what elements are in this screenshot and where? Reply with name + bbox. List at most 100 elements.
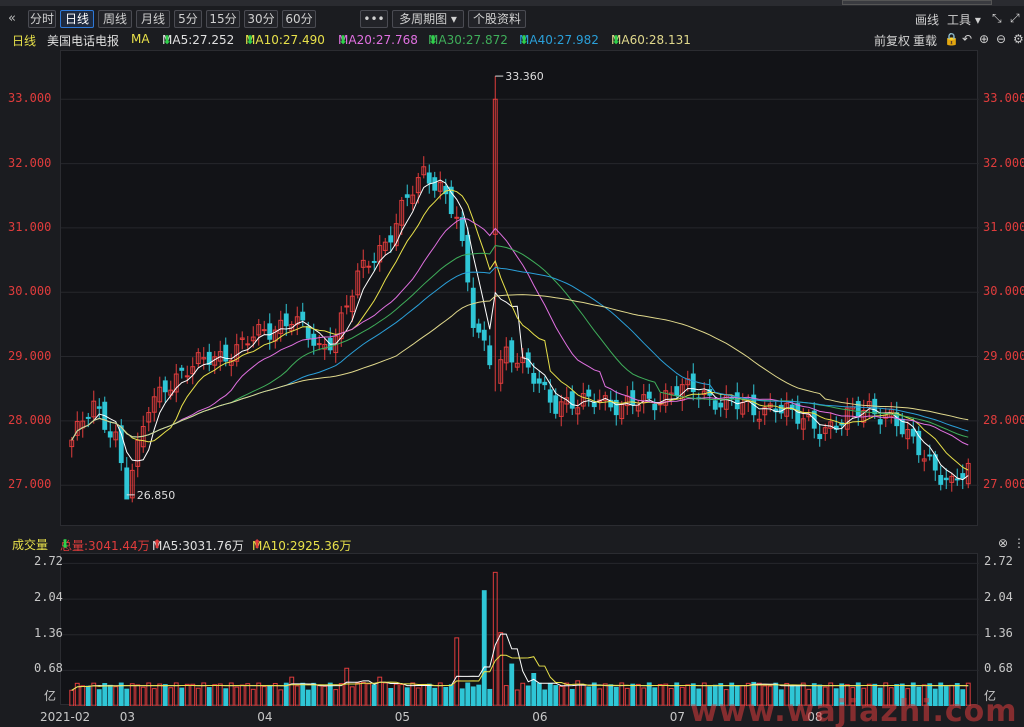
period-button-6[interactable]: 30分 [244, 10, 278, 28]
x-axis-label: 06 [532, 710, 548, 724]
draw-line-button[interactable]: 画线 [915, 11, 939, 28]
volume-bar [558, 685, 564, 706]
volume-bar [657, 684, 663, 706]
volume-bar [613, 686, 619, 706]
settings-icon[interactable]: ⚙ [1013, 32, 1024, 46]
volume-bar [300, 682, 306, 706]
volume-bar [190, 683, 196, 706]
volume-bar [602, 683, 608, 706]
period-button-0[interactable]: 分时 [28, 10, 56, 28]
volume-ma5-text: MA5:3031.76万 [152, 539, 244, 553]
volume-ma10-text: MA10:2925.36万 [252, 539, 352, 553]
volume-bar [234, 686, 240, 706]
volume-bar [91, 682, 97, 706]
candle-body [877, 419, 883, 425]
watermark: www.wajiazhi.com [690, 694, 1018, 727]
more-options-icon[interactable]: ⋮ [1013, 536, 1024, 550]
close-icon[interactable]: ⊗ [998, 536, 1008, 550]
volume-bar [124, 688, 130, 706]
price-tick-label: 28.000 [983, 412, 1024, 427]
down-arrow-icon: ⬇ [162, 33, 173, 47]
candle-body [646, 391, 652, 399]
more-button[interactable]: ••• [360, 10, 388, 28]
double-chevron-left-icon[interactable]: « [8, 11, 16, 26]
down-arrow-icon: ⬇ [338, 33, 349, 47]
volume-bar [195, 687, 201, 706]
period-label: 日线 [12, 34, 37, 48]
volume-bar [421, 683, 427, 706]
down-arrow-icon: ⬇ [519, 33, 530, 47]
volume-tick-label: 0.68 [984, 661, 1013, 676]
period-button-7[interactable]: 60分 [282, 10, 316, 28]
volume-bar [674, 682, 680, 706]
compress-icon[interactable]: ⤡ [992, 11, 1002, 26]
volume-bar [113, 686, 119, 706]
volume-bar [333, 689, 339, 706]
volume-bar [305, 689, 311, 706]
volume-bar [261, 686, 267, 706]
volume-bar [316, 685, 322, 706]
volume-bar [426, 683, 432, 706]
candle-body [927, 454, 933, 457]
volume-bar [624, 687, 630, 706]
undo-icon[interactable]: ↶ [962, 32, 972, 46]
volume-bar [646, 682, 652, 706]
zoom-in-icon[interactable]: ⊕ [979, 32, 989, 46]
candle-body [509, 340, 515, 363]
price-tick-label: 27.000 [8, 477, 52, 492]
volume-bar [366, 683, 372, 706]
candle-body [910, 428, 916, 437]
candle-body [855, 401, 861, 417]
ma40-text: MA40:27.982 [519, 33, 599, 47]
expand-icon[interactable]: ⤢ [1010, 11, 1020, 26]
candle-body [344, 305, 350, 308]
volume-bar [322, 685, 328, 706]
multi-period-label: 多周期图 [399, 12, 448, 26]
volume-bar [547, 682, 553, 706]
volume-chart-svg [61, 562, 979, 706]
volume-chart[interactable] [60, 553, 979, 706]
period-button-1[interactable]: 日线 [60, 10, 94, 28]
candle-body [542, 381, 548, 386]
ma-label: MA [131, 32, 150, 46]
volume-bar [162, 684, 168, 706]
candle-body [404, 194, 410, 198]
candle-body [954, 478, 960, 481]
lock-icon[interactable]: 🔒 [944, 32, 959, 46]
candle-body [107, 431, 113, 438]
candle-body [283, 313, 289, 327]
volume-bar [465, 682, 471, 706]
price-tick-label: 30.000 [983, 284, 1024, 299]
search-box[interactable] [842, 0, 992, 5]
toolbar: « 分时 日线 周线 月线 5分 15分 30分 60分 ••• 多周期图 ▾ 个股资料 画线… [0, 8, 1024, 30]
zoom-out-icon[interactable]: ⊖ [996, 32, 1006, 46]
period-button-5[interactable]: 15分 [206, 10, 240, 28]
reload-button[interactable]: 重载 [913, 32, 937, 49]
volume-bar [256, 682, 262, 706]
down-arrow-icon: ⬇ [611, 33, 622, 47]
period-button-4[interactable]: 5分 [174, 10, 202, 28]
candle-body [96, 406, 102, 409]
period-button-2[interactable]: 周线 [98, 10, 132, 28]
volume-bar [212, 684, 218, 706]
volume-bar [454, 637, 460, 706]
volume-bar [470, 686, 476, 706]
volume-bar [157, 683, 163, 706]
tools-menu[interactable]: 工具 ▾ [947, 11, 981, 28]
volume-bar [619, 682, 625, 706]
volume-bar [146, 682, 152, 706]
period-button-3[interactable]: 月线 [136, 10, 170, 28]
volume-bar [107, 684, 113, 706]
volume-tick-label: 1.36 [984, 625, 1013, 640]
volume-bar [184, 683, 190, 706]
candle-body [366, 265, 372, 268]
volume-bar [503, 685, 509, 706]
volume-bar [437, 682, 443, 706]
volume-bar [250, 688, 256, 706]
restore-button[interactable]: 前复权 [874, 32, 910, 49]
stock-info-button[interactable]: 个股资料 [468, 10, 526, 28]
price-chart[interactable]: 33.360 26.850 [60, 50, 979, 526]
volume-bar [388, 688, 394, 706]
candle-body [734, 392, 740, 410]
multi-period-dropdown[interactable]: 多周期图 ▾ [392, 10, 464, 28]
